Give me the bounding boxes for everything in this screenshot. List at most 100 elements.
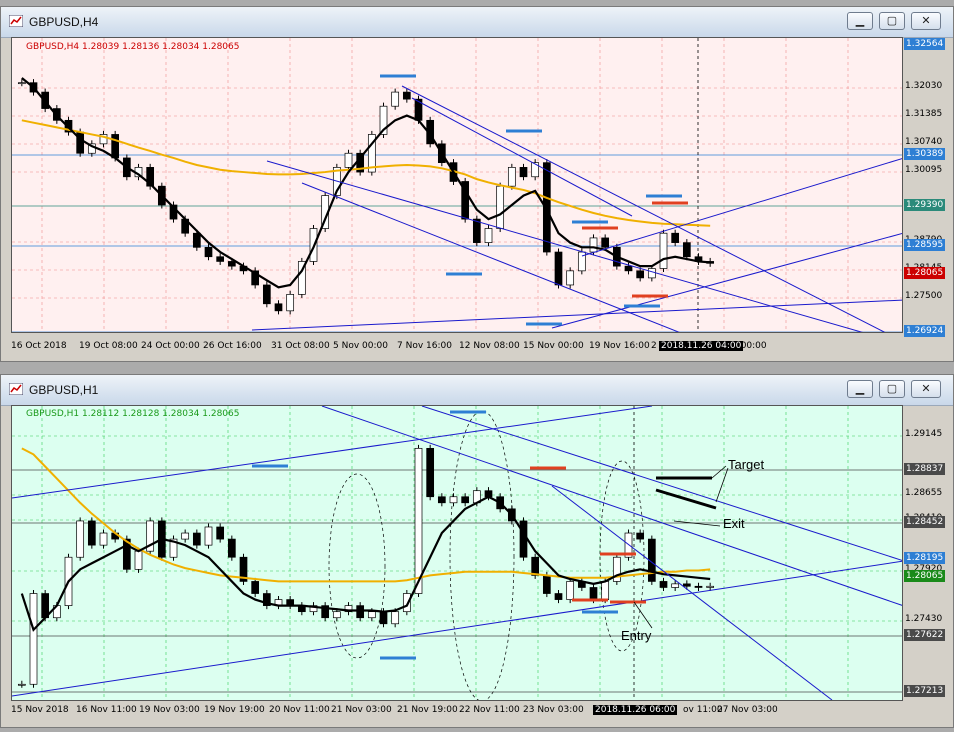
time-axis: 16 Oct 2018 19 Oct 08:00 24 Oct 00:00 26 Oc… — [11, 340, 903, 354]
price-tick-label: 1.27430 — [905, 614, 943, 624]
price-tick-label: 1.28655 — [905, 488, 943, 498]
candle-body — [519, 520, 528, 558]
time-tick-label: 26 Oct 16:00 — [203, 341, 262, 351]
candle-body — [694, 585, 703, 588]
close-button[interactable]: ✕ — [911, 12, 941, 30]
candle-body — [192, 532, 201, 546]
time-tick-label: 20 Nov 11:00 — [269, 705, 330, 715]
candle-body — [542, 575, 551, 594]
price-tick-label: 1.29145 — [905, 429, 943, 439]
candle-body — [484, 228, 493, 243]
price-tick-label: 1.27500 — [905, 291, 943, 301]
candle-body — [624, 265, 633, 272]
candle-body — [554, 593, 563, 600]
candle-body — [76, 520, 85, 558]
time-tick-label: 7 Nov 16:00 — [397, 341, 452, 351]
candle-body — [671, 583, 680, 588]
chart-icon — [9, 15, 23, 27]
price-chart — [12, 406, 902, 700]
price-tick-label: 1.32030 — [905, 81, 943, 91]
chart-icon — [9, 383, 23, 395]
chart-info-label: GBPUSD,H4 1.28039 1.28136 1.28034 1.2806… — [26, 42, 240, 52]
candle-body — [29, 593, 38, 685]
candle-body — [531, 162, 540, 178]
price-level-label: 1.27213 — [904, 685, 946, 697]
price-axis: 1.320301.313851.307401.300951.287901.281… — [903, 37, 946, 337]
candle-body — [391, 611, 400, 625]
candle-body — [134, 550, 143, 570]
candle-body — [274, 303, 283, 312]
candle-body — [414, 447, 423, 594]
candle-body — [566, 270, 575, 286]
candle-body — [332, 611, 341, 619]
price-level-label: 1.28195 — [904, 552, 946, 564]
candle-body — [227, 261, 236, 267]
candle-body — [554, 251, 563, 286]
candle-body — [682, 583, 691, 587]
time-tick-label: 19 Oct 08:00 — [79, 341, 138, 351]
minimize-button[interactable]: ▁ — [847, 12, 873, 30]
candle-body — [204, 246, 213, 258]
candle-body — [601, 237, 610, 248]
candle-body — [472, 218, 481, 243]
time-tick-label: 19 Nov 16:00 — [589, 341, 650, 351]
close-button[interactable]: ✕ — [911, 380, 941, 398]
exit-annotation: Exit — [723, 516, 745, 531]
candle-body — [192, 232, 201, 248]
candle-body — [437, 496, 446, 504]
maximize-button[interactable]: ▢ — [879, 380, 905, 398]
chart-plot-area[interactable]: GBPUSD,H4 1.28039 1.28136 1.28034 1.2806… — [11, 37, 903, 333]
time-tick-label: 19 Nov 19:00 — [204, 705, 265, 715]
price-axis: 1.291451.286551.284101.279201.274301.288… — [903, 405, 946, 701]
candle-body — [682, 242, 691, 258]
target-annotation: Target — [728, 457, 765, 472]
time-tick-label: 27 Nov 03:00 — [717, 705, 778, 715]
price-level-label: 1.28452 — [904, 516, 946, 528]
cursor-time-label: 2018.11.26 06:00 — [593, 705, 678, 715]
chart-background — [12, 38, 902, 332]
time-tick-label: 21 Nov 03:00 — [331, 705, 392, 715]
window-titlebar[interactable]: GBPUSD,H1 ▁ ▢ ✕ — [1, 375, 953, 406]
candle-body — [449, 496, 458, 504]
candle-body — [519, 167, 528, 178]
candle-body — [87, 520, 96, 546]
time-tick-label: 24 Oct 00:00 — [141, 341, 200, 351]
time-tick-label: 16 Oct 2018 — [11, 341, 67, 351]
entry-annotation: Entry — [621, 628, 652, 643]
candle-body — [636, 270, 645, 279]
candle-body — [204, 526, 213, 546]
time-tick-label: 19 Nov 03:00 — [139, 705, 200, 715]
maximize-button[interactable]: ▢ — [879, 12, 905, 30]
price-level-label: 1.30389 — [904, 148, 946, 160]
candle-body — [216, 256, 225, 262]
candle-body — [181, 532, 190, 540]
window-title: GBPUSD,H1 — [29, 383, 99, 397]
candle-body — [379, 611, 388, 625]
chart-plot-area[interactable]: GBPUSD,H1 1.28112 1.28128 1.28034 1.2806… — [11, 405, 903, 701]
price-level-label: 1.26924 — [904, 325, 946, 337]
price-level-label: 1.27622 — [904, 629, 946, 641]
cursor-time-label: 2018.11.26 04:00 — [659, 341, 744, 351]
chart-window-h1: GBPUSD,H1 ▁ ▢ ✕ GBPUSD,H1 1.28112 1.2812… — [0, 374, 954, 728]
candle-body — [566, 581, 575, 600]
price-level-label: 1.28595 — [904, 239, 946, 251]
price-tick-label: 1.30095 — [905, 165, 943, 175]
candle-body — [659, 232, 668, 269]
candle-body — [647, 268, 656, 279]
chart-window-h4: GBPUSD,H4 ▁ ▢ ✕ GBPUSD,H4 1.28039 1.2813… — [0, 6, 954, 362]
minimize-button[interactable]: ▁ — [847, 380, 873, 398]
price-tick-label: 1.30740 — [905, 137, 943, 147]
candle-body — [216, 526, 225, 540]
price-level-label: 1.28837 — [904, 463, 946, 475]
time-tick-label: 31 Oct 08:00 — [271, 341, 330, 351]
time-axis: 15 Nov 2018 16 Nov 11:00 19 Nov 03:00 19 No… — [11, 704, 903, 718]
candle-body — [531, 556, 540, 576]
window-titlebar[interactable]: GBPUSD,H4 ▁ ▢ ✕ — [1, 7, 953, 38]
candle-body — [671, 232, 680, 243]
candle-body — [356, 605, 365, 619]
candle-body — [99, 532, 108, 546]
chart-info-label: GBPUSD,H1 1.28112 1.28128 1.28034 1.2806… — [26, 409, 240, 419]
time-tick-label: 23 Nov 03:00 — [523, 705, 584, 715]
candle-body — [367, 611, 376, 619]
price-level-label: 1.28065 — [904, 570, 946, 582]
